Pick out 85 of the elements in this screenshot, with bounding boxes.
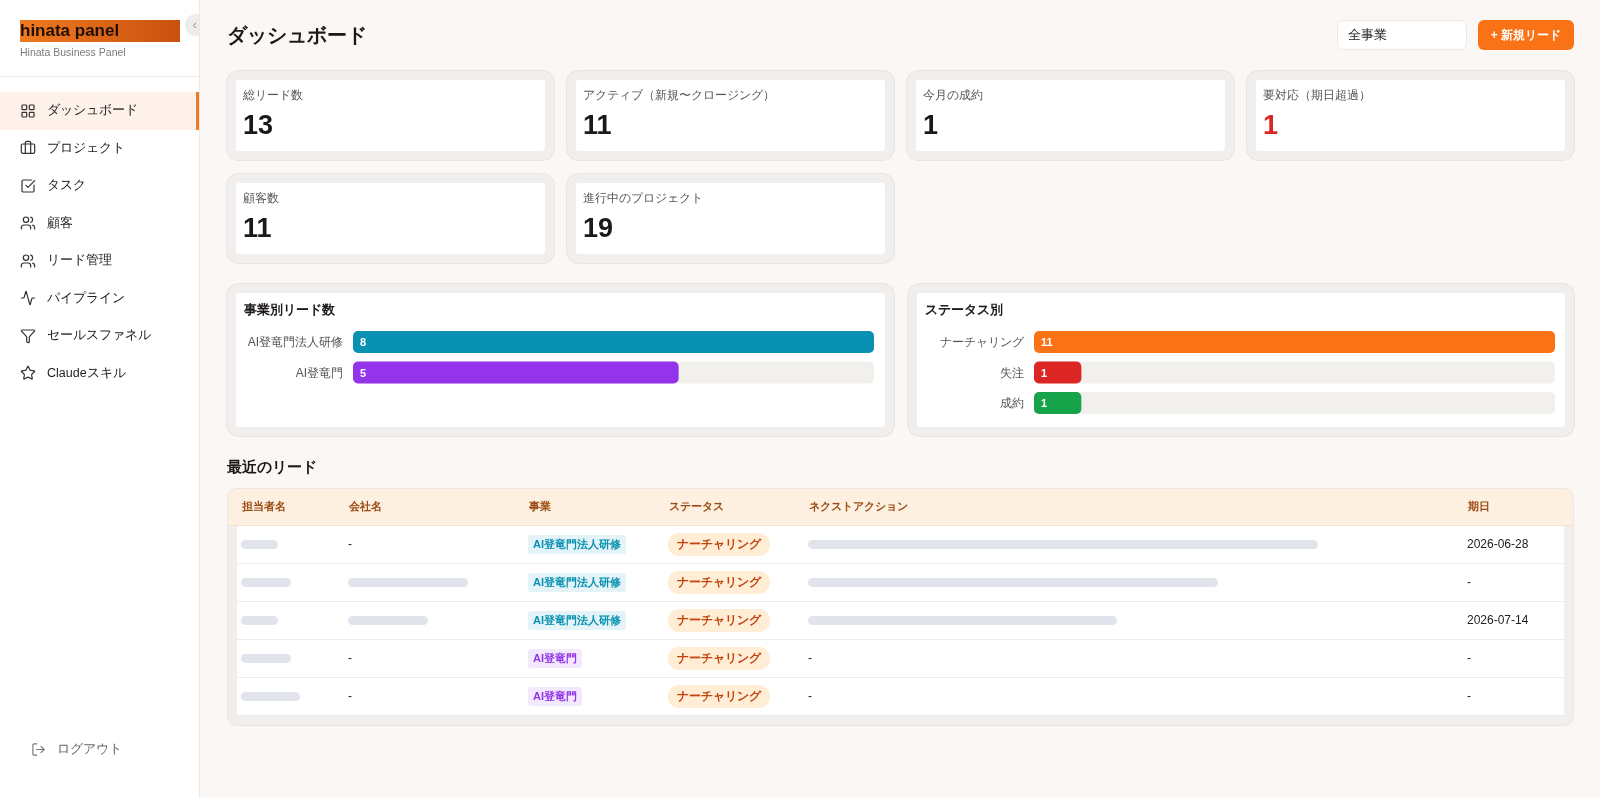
chart-title: 事業別リード数 bbox=[244, 302, 336, 318]
grid-icon bbox=[20, 102, 36, 119]
table-cell: - bbox=[808, 689, 812, 703]
column-header: 会社名 bbox=[349, 499, 383, 514]
checkbox-icon bbox=[20, 177, 36, 194]
users-icon bbox=[20, 252, 36, 269]
table-cell: 2026-07-14 bbox=[1467, 613, 1529, 627]
column-header: ネクストアクション bbox=[809, 499, 909, 514]
nav-item[interactable]: ダッシュボード bbox=[0, 92, 199, 130]
category-label: AI登竜門法人研修 bbox=[247, 335, 343, 349]
business-tag: AI登竜門 bbox=[528, 686, 582, 706]
section-title: 最近のリード bbox=[227, 456, 318, 477]
star-icon bbox=[20, 365, 36, 382]
users-icon bbox=[20, 215, 36, 232]
stat-value: 11 bbox=[243, 213, 273, 243]
status-badge: ナーチャリング bbox=[668, 570, 770, 594]
status-badge: ナーチャリング bbox=[668, 532, 770, 556]
stat-label: アクティブ（新規〜クロージング） bbox=[583, 88, 776, 103]
nav-item[interactable]: セールスファネル bbox=[0, 317, 199, 355]
redacted-text bbox=[241, 577, 291, 587]
table-cell: - bbox=[348, 689, 352, 703]
category-label: 失注 bbox=[999, 365, 1024, 380]
stat-label: 進行中のプロジェクト bbox=[583, 191, 704, 206]
nav-item[interactable]: リード管理 bbox=[0, 242, 199, 280]
table-cell: - bbox=[1467, 689, 1471, 703]
redacted-text bbox=[241, 653, 291, 663]
business-tag: AI登竜門法人研修 bbox=[528, 610, 626, 630]
collapse-button[interactable] bbox=[185, 14, 199, 36]
status-badge: ナーチャリング bbox=[668, 608, 770, 632]
chart-title: ステータス別 bbox=[924, 302, 1004, 318]
redacted-text bbox=[241, 691, 300, 701]
business-select[interactable]: 全事業 bbox=[1337, 20, 1467, 50]
nav-item[interactable]: パイプライン bbox=[0, 279, 199, 317]
stat-value: 13 bbox=[243, 110, 275, 140]
nav-item[interactable]: Claudeスキル bbox=[0, 354, 199, 392]
logout-icon bbox=[31, 741, 46, 757]
column-header: ステータス bbox=[669, 499, 725, 514]
page-title: ダッシュボード bbox=[227, 22, 367, 48]
logo: hinata panel bbox=[20, 20, 180, 42]
nav-item[interactable]: プロジェクト bbox=[0, 129, 199, 167]
briefcase-icon bbox=[20, 140, 36, 157]
logout-link[interactable]: ログアウト bbox=[0, 730, 199, 768]
category-label: ナーチャリング bbox=[939, 335, 1024, 349]
table-row[interactable]: - AI登竜門 ナーチャリング - - bbox=[237, 677, 1564, 716]
data-label: 1 bbox=[1040, 397, 1047, 409]
data-label: 5 bbox=[360, 366, 367, 379]
table-row[interactable]: - AI登竜門法人研修 ナーチャリング 2026-06-28 bbox=[237, 525, 1564, 564]
data-label: 1 bbox=[1040, 366, 1047, 379]
pulse-icon bbox=[20, 290, 36, 307]
business-tag: AI登竜門法人研修 bbox=[528, 572, 626, 592]
table-row[interactable]: AI登竜門法人研修 ナーチャリング - bbox=[237, 563, 1564, 602]
stat-label: 今月の成約 bbox=[923, 88, 984, 103]
column-header: 期日 bbox=[1468, 499, 1491, 514]
stat-label: 総リード数 bbox=[243, 88, 304, 103]
column-header: 事業 bbox=[529, 499, 552, 514]
status-badge: ナーチャリング bbox=[668, 646, 770, 670]
logo-subtitle: Hinata Business Panel bbox=[20, 46, 127, 58]
category-label: AI登竜門 bbox=[295, 365, 343, 380]
data-label: 11 bbox=[1040, 336, 1053, 348]
table-cell: - bbox=[348, 651, 352, 665]
table-cell: - bbox=[808, 651, 812, 665]
funnel-icon bbox=[20, 327, 36, 344]
business-tag: AI登竜門法人研修 bbox=[528, 534, 626, 554]
table-cell: 2026-06-28 bbox=[1467, 537, 1529, 551]
stat-value: 11 bbox=[583, 110, 613, 140]
category-label: 成約 bbox=[999, 396, 1024, 410]
table-cell: - bbox=[1467, 575, 1471, 589]
data-label: 8 bbox=[360, 336, 367, 348]
nav-item[interactable]: 顧客 bbox=[0, 204, 199, 242]
stat-value: 1 bbox=[923, 110, 940, 140]
redacted-text bbox=[241, 615, 278, 625]
table-cell: - bbox=[348, 537, 352, 551]
status-badge: ナーチャリング bbox=[668, 684, 770, 708]
stat-value: 1 bbox=[1263, 110, 1280, 140]
table-row[interactable]: AI登竜門法人研修 ナーチャリング 2026-07-14 bbox=[237, 601, 1564, 640]
chevron-left-icon bbox=[190, 20, 199, 30]
nav-item[interactable]: タスク bbox=[0, 167, 199, 205]
column-header: 担当者名 bbox=[242, 499, 287, 514]
business-tag: AI登竜門 bbox=[528, 648, 582, 668]
stat-value: 19 bbox=[583, 213, 615, 243]
stat-label: 顧客数 bbox=[243, 191, 280, 206]
redacted-text bbox=[241, 539, 278, 549]
stat-label: 要対応（期日超過） bbox=[1263, 88, 1372, 103]
table-cell: - bbox=[1467, 651, 1471, 665]
table-row[interactable]: - AI登竜門 ナーチャリング - - bbox=[237, 639, 1564, 678]
